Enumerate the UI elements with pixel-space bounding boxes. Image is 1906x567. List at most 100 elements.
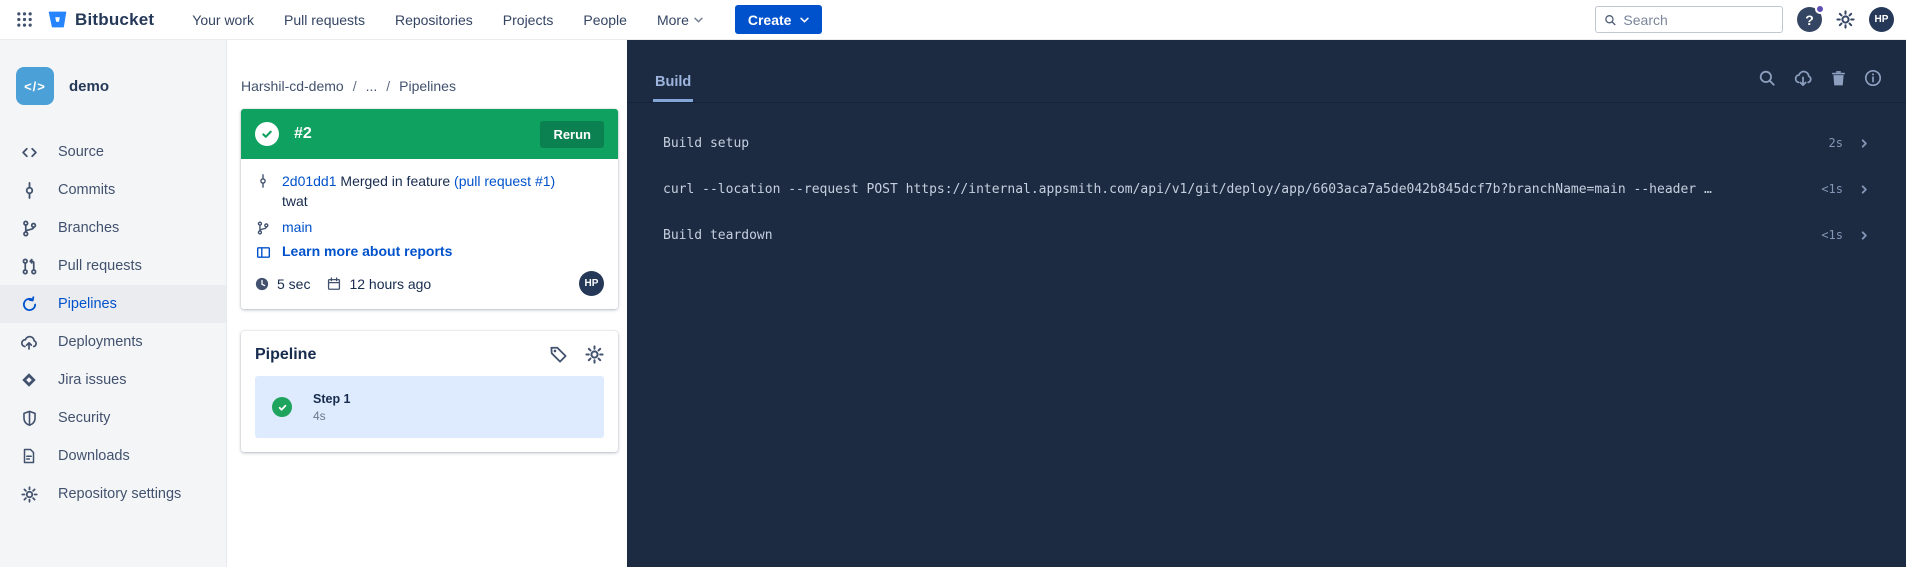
run-details: 2d01dd1 Merged in feature (pull request …: [241, 159, 618, 309]
create-button-label: Create: [748, 12, 792, 28]
commits-icon: [19, 182, 39, 199]
pipelines-icon: [19, 296, 39, 313]
nav-item-people[interactable]: People: [583, 12, 627, 28]
create-button[interactable]: Create: [735, 5, 823, 34]
sidebar-item-branches[interactable]: Branches: [0, 209, 226, 247]
sidebar-item-label: Downloads: [58, 448, 130, 464]
chevron-down-icon: [800, 17, 809, 23]
help-button[interactable]: ?: [1797, 7, 1822, 32]
pipeline-summary-panel: Harshil-cd-demo / ... / Pipelines #2 Rer…: [228, 40, 627, 567]
primary-nav: Your work Pull requests Repositories Pro…: [192, 12, 703, 28]
search-icon: [1604, 13, 1616, 27]
rerun-button[interactable]: Rerun: [540, 121, 604, 148]
sidebar-item-label: Deployments: [58, 334, 143, 350]
pipeline-step-row-selected[interactable]: Step 1 4s: [255, 376, 604, 438]
log-section-label: curl --location --request POST https://i…: [663, 182, 1803, 197]
commit-hash-link[interactable]: 2d01dd1: [282, 173, 337, 189]
sidebar-item-deployments[interactable]: Deployments: [0, 323, 226, 361]
log-section-script[interactable]: curl --location --request POST https://i…: [627, 166, 1906, 212]
sidebar-item-pipelines[interactable]: Pipelines: [0, 285, 226, 323]
log-section-label: Build teardown: [663, 228, 1803, 243]
run-meta-row: 5 sec 12 hours ago HP: [255, 271, 604, 296]
build-panel-actions: [1758, 68, 1882, 88]
sidebar-item-security[interactable]: Security: [0, 399, 226, 437]
search-input[interactable]: [1623, 12, 1774, 28]
top-nav-right: ? HP: [1595, 6, 1894, 33]
sidebar-item-source[interactable]: Source: [0, 133, 226, 171]
brand-name: Bitbucket: [75, 10, 154, 30]
breadcrumb-repo[interactable]: Harshil-cd-demo: [241, 78, 344, 94]
build-log-panel: Build Build setup 2s curl --location --r…: [627, 40, 1906, 567]
log-search-icon[interactable]: [1758, 69, 1776, 87]
app-switcher-button[interactable]: [12, 7, 37, 32]
avatar-initials: HP: [585, 278, 599, 289]
sidebar-item-label: Pipelines: [58, 296, 117, 312]
branch-icon: [255, 219, 271, 235]
run-number: #2: [294, 125, 312, 143]
run-status-header: #2 Rerun: [241, 109, 618, 159]
sidebar-item-commits[interactable]: Commits: [0, 171, 226, 209]
branch-link[interactable]: main: [282, 219, 312, 235]
settings-button[interactable]: [1836, 10, 1855, 29]
appswitcher-grid-icon: [16, 11, 33, 28]
pipeline-card-header: Pipeline: [255, 345, 604, 364]
commit-message-line2: twat: [282, 191, 555, 211]
trash-icon[interactable]: [1830, 70, 1847, 87]
branch-icon: [19, 220, 39, 237]
run-duration: 5 sec: [255, 276, 310, 292]
info-icon[interactable]: [1864, 69, 1882, 87]
run-time-ago-value: 12 hours ago: [349, 276, 431, 292]
tag-icon[interactable]: [549, 345, 568, 364]
sidebar-item-label: Security: [58, 410, 110, 426]
bitbucket-logo-icon: [47, 9, 68, 30]
nav-item-pull-requests[interactable]: Pull requests: [284, 12, 365, 28]
branch-row: main: [255, 219, 604, 235]
nav-item-repositories[interactable]: Repositories: [395, 12, 473, 28]
sidebar-item-repository-settings[interactable]: Repository settings: [0, 475, 226, 513]
log-section-build-teardown[interactable]: Build teardown <1s: [627, 212, 1906, 258]
sidebar-item-label: Jira issues: [58, 372, 127, 388]
bitbucket-logo[interactable]: Bitbucket: [47, 9, 154, 30]
chevron-right-icon: [1859, 138, 1870, 149]
search-box[interactable]: [1595, 6, 1783, 33]
success-check-icon: [255, 122, 279, 146]
clock-icon: [255, 277, 269, 291]
cloud-download-icon[interactable]: [1793, 68, 1813, 88]
build-tab-bar: Build: [627, 40, 1906, 103]
log-section-duration: <1s: [1821, 182, 1843, 196]
pipeline-steps-card: Pipeline Step 1 4s: [241, 331, 618, 452]
pipeline-settings-gear-icon[interactable]: [585, 345, 604, 364]
repo-header[interactable]: </> demo: [0, 40, 226, 105]
pull-request-link[interactable]: (pull request #1): [454, 173, 555, 189]
chevron-right-icon: [1859, 184, 1870, 195]
breadcrumb: Harshil-cd-demo / ... / Pipelines: [241, 78, 618, 94]
tab-build[interactable]: Build: [653, 74, 693, 102]
avatar-initials: HP: [1875, 14, 1889, 25]
repo-avatar-glyph: </>: [24, 79, 46, 94]
nav-item-your-work[interactable]: Your work: [192, 12, 254, 28]
sidebar-item-jira-issues[interactable]: Jira issues: [0, 361, 226, 399]
log-section-build-setup[interactable]: Build setup 2s: [627, 120, 1906, 166]
commit-icon: [255, 171, 271, 189]
log-section-label: Build setup: [663, 136, 1811, 151]
step-success-check-icon: [272, 397, 292, 417]
commit-message-text: Merged in feature: [340, 173, 450, 189]
reports-link[interactable]: Learn more about reports: [282, 243, 452, 259]
chevron-down-icon: [694, 17, 703, 23]
sidebar-nav: Source Commits Branches Pull requests Pi…: [0, 133, 226, 513]
sidebar-item-downloads[interactable]: Downloads: [0, 437, 226, 475]
user-avatar[interactable]: HP: [1869, 7, 1894, 32]
top-nav: Bitbucket Your work Pull requests Reposi…: [0, 0, 1906, 40]
nav-item-more[interactable]: More: [657, 12, 703, 28]
breadcrumb-separator: /: [353, 78, 357, 94]
committer-avatar[interactable]: HP: [579, 271, 604, 296]
commit-message: 2d01dd1 Merged in feature (pull request …: [282, 171, 555, 211]
sidebar-item-pull-requests[interactable]: Pull requests: [0, 247, 226, 285]
jira-icon: [19, 372, 39, 388]
breadcrumb-ellipsis[interactable]: ...: [366, 78, 378, 94]
code-icon: [19, 144, 39, 161]
downloads-doc-icon: [19, 448, 39, 464]
run-time-ago: 12 hours ago: [327, 276, 431, 292]
pipeline-title: Pipeline: [255, 346, 316, 364]
nav-item-projects[interactable]: Projects: [503, 12, 554, 28]
